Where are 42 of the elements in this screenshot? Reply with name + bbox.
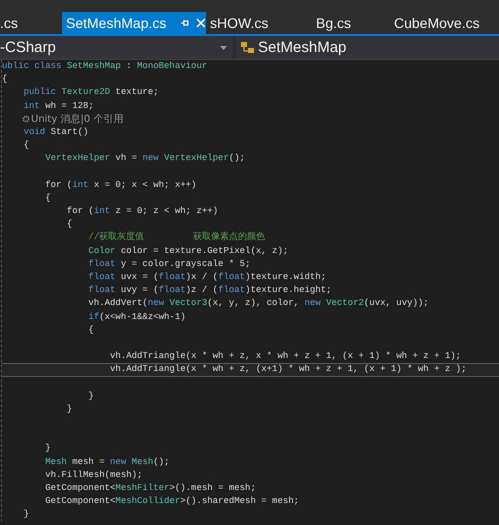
code-line: float y = color.grayscale * 5; (87, 258, 250, 269)
file-tab[interactable]: sHOW.cs (206, 12, 312, 34)
code-line: vh.AddTriangle(x * wh + z, x * wh + z + 1, (x + 1) * wh + z + 1); (109, 351, 462, 362)
code-line: void Start() (22, 126, 88, 137)
code-line: { (2, 74, 8, 84)
code-line: float uvx = (float)x / (float)texture.width; (87, 272, 326, 282)
code-line: } (87, 390, 94, 401)
code-line: } (66, 404, 72, 414)
code-line: GetComponent<MeshFilter>().mesh = mesh; (44, 483, 256, 493)
file-tab[interactable]: SetMeshMap.cs (62, 12, 206, 34)
codelens-hint[interactable]: Unity 消息|0 个引用 (22, 112, 124, 126)
gear-icon (22, 115, 30, 124)
code-line: vh.FillMesh(mesh); (44, 470, 142, 480)
code-line: { (22, 140, 30, 150)
code-line: { (66, 219, 72, 230)
code-line: float uvy = (float)z / (float)texture.height; (87, 285, 332, 296)
code-line: Color color = texture.GetPixel(x, z); (87, 246, 288, 256)
pin-icon[interactable] (180, 18, 190, 28)
code-line: } (44, 443, 51, 454)
project-dropdown[interactable]: -CSharp (0, 36, 233, 59)
code-line: Mesh mesh = new Mesh(); (44, 456, 170, 467)
code-line: public Texture2D texture; (22, 87, 159, 98)
code-line: ublic class SetMeshMap : MonoBehaviour (2, 61, 208, 71)
caret-icon (220, 46, 227, 50)
file-tab[interactable]: Bg.cs (312, 12, 390, 34)
code-line: //获取灰度值 获取像素点的颜色 (87, 232, 265, 242)
code-line: { (44, 192, 51, 203)
code-line: } (22, 509, 30, 520)
code-line: vh.AddVert(new Vector3(x, y, z), color, new Vector2(uvx, uvy)); (87, 298, 429, 308)
code-line: { (87, 324, 94, 335)
class-icon (240, 40, 256, 54)
code-line: int wh = 128; (22, 100, 94, 111)
code-line: for (int z = 0; z < wh; z++) (66, 206, 218, 216)
class-dropdown[interactable]: SetMeshMap (236, 36, 499, 59)
file-tab[interactable]: .cs (0, 12, 62, 34)
code-line: vh.AddTriangle(x * wh + z, (x+1) * wh + z + 1, (x + 1) * wh + z ); (109, 364, 466, 374)
code-line: for (int x = 0; x < wh; x++) (44, 180, 196, 190)
file-tab[interactable]: CubeMove.cs (390, 12, 499, 34)
code-line: GetComponent<MeshCollider>().sharedMesh = mesh; (44, 496, 300, 506)
code-line: if(x<wh-1&&z<wh-1) (87, 312, 186, 322)
close-icon[interactable] (196, 18, 206, 28)
code-line: VertexHelper vh = new VertexHelper(); (44, 153, 246, 164)
